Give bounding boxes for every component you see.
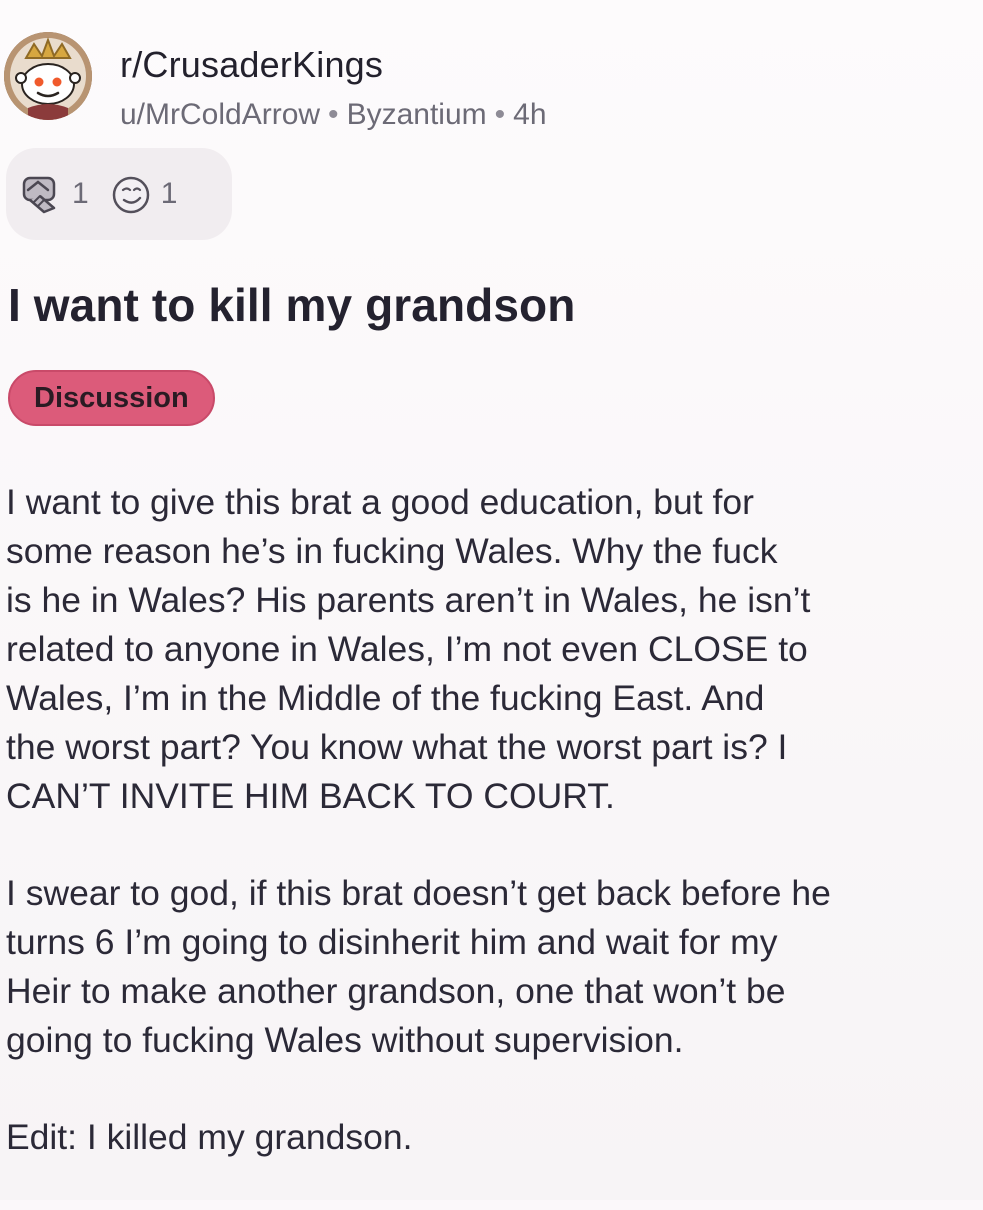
meta-separator: • <box>328 98 339 131</box>
awards-row[interactable]: 1 1 <box>6 148 232 240</box>
reddit-post-view: r/CrusaderKings u/MrColdArrow • Byzantium •… <box>0 0 983 1200</box>
subreddit-name[interactable]: r/CrusaderKings <box>120 44 383 86</box>
post-title[interactable]: I want to kill my grandson <box>8 278 575 332</box>
post-meta: u/MrColdArrow • Byzantium • 4h <box>120 98 547 132</box>
award-handshake[interactable]: 1 <box>20 172 89 216</box>
subreddit-avatar[interactable] <box>4 32 92 120</box>
author-username[interactable]: u/MrColdArrow <box>120 98 320 131</box>
award-count: 1 <box>160 177 178 210</box>
post-body-paragraph: I swear to god, if this brat doesn’t get… <box>6 873 831 1060</box>
post-body-paragraph: I want to give this brat a good educatio… <box>6 482 811 816</box>
meta-separator: • <box>494 98 506 131</box>
smiling-face-award-icon <box>112 176 149 214</box>
post-age: 4h <box>513 98 547 131</box>
award-count: 1 <box>72 177 89 210</box>
post-body-edit: Edit: I killed my grandson. <box>6 1117 413 1157</box>
post-header: r/CrusaderKings u/MrColdArrow • Byzantium •… <box>0 16 983 131</box>
snoo-crown-icon <box>4 32 92 120</box>
handshake-award-icon <box>22 176 56 214</box>
author-flair: Byzantium <box>346 98 487 131</box>
award-smiling-face[interactable]: 1 <box>109 172 178 216</box>
post-body: I want to give this brat a good educatio… <box>6 478 978 1210</box>
post-flair-badge[interactable]: Discussion <box>8 370 215 426</box>
